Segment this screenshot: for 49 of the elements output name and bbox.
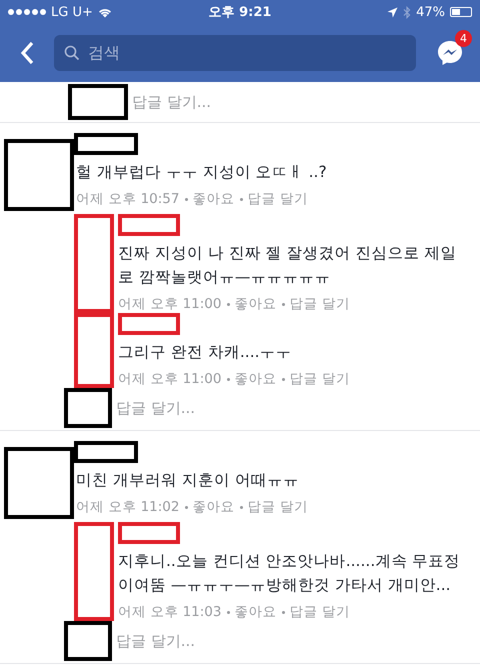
separator-dot [282,302,284,306]
like-link[interactable]: 좋아요 [192,498,234,516]
reply-link[interactable]: 답글 달기 [290,370,350,388]
like-link[interactable]: 좋아요 [234,370,276,388]
reply-input[interactable]: 답글 달기... [132,92,212,112]
comment-time: 어제 오후 10:57 [76,190,180,208]
separator-dot [226,302,230,306]
reply-time: 어제 오후 11:03 [118,603,222,621]
comment-text: 헐 개부럽다 ㅜㅜ 지성이 오ㄸㅐ ..? [76,162,328,183]
separator-dot [282,378,284,380]
comment-time: 어제 오후 11:02 [76,498,180,516]
reply-link[interactable]: 답글 달기 [248,190,308,208]
comment-text: 미친 개부러워 지훈이 어때ㅠㅠ [76,470,300,491]
separator-dot [226,378,230,380]
reply-time: 어제 오후 11:00 [118,295,222,313]
reply-input[interactable]: 답글 달기... [116,632,196,650]
location-icon [387,6,398,18]
separator-dot [184,198,188,200]
reply-text: 지후니..오늘 컨디션 안조앗나바......계속 무표정이여뚬 —ㅠㅠㅜ—ㅠ방해한것 가타서 개미안... [118,551,462,596]
reply-text: 그리구 완전 차캐....ㅜㅜ [118,342,293,363]
reply-link[interactable]: 답글 달기 [290,295,350,313]
carrier-name: LG U+ [51,4,93,20]
search-field[interactable]: 검색 [54,35,416,71]
status-time: 오후 9:21 [208,4,272,21]
like-link[interactable]: 좋아요 [234,603,276,621]
reply-link[interactable]: 답글 달기 [248,498,308,516]
reply-time: 어제 오후 11:00 [118,370,222,388]
wifi-icon [98,6,112,18]
redaction-box [118,522,180,544]
notification-badge: 4 [455,30,472,47]
search-icon [64,45,80,61]
separator-dot [184,506,188,508]
bluetooth-icon [403,6,412,18]
separator-dot [282,610,284,614]
like-link[interactable]: 좋아요 [234,295,276,313]
like-link[interactable]: 좋아요 [192,190,234,208]
back-icon[interactable] [20,41,34,65]
separator-dot [240,506,242,508]
reply-input[interactable]: 답글 달기... [116,398,196,418]
battery-icon [450,7,472,17]
redaction-box [118,214,180,236]
redaction-box [118,313,180,335]
search-placeholder: 검색 [88,42,120,64]
reply-text: 진짜 지성이 나 진짜 젤 잘생겼어 진심으로 제일로 깜짝놀랫어ㅠ—ㅠㅠㅠㅠㅠ [118,243,458,288]
battery-percent: 47% [416,4,445,20]
separator-dot [240,198,242,200]
separator-dot [226,610,230,614]
signal-icon [8,9,46,15]
reply-link[interactable]: 답글 달기 [290,603,350,621]
